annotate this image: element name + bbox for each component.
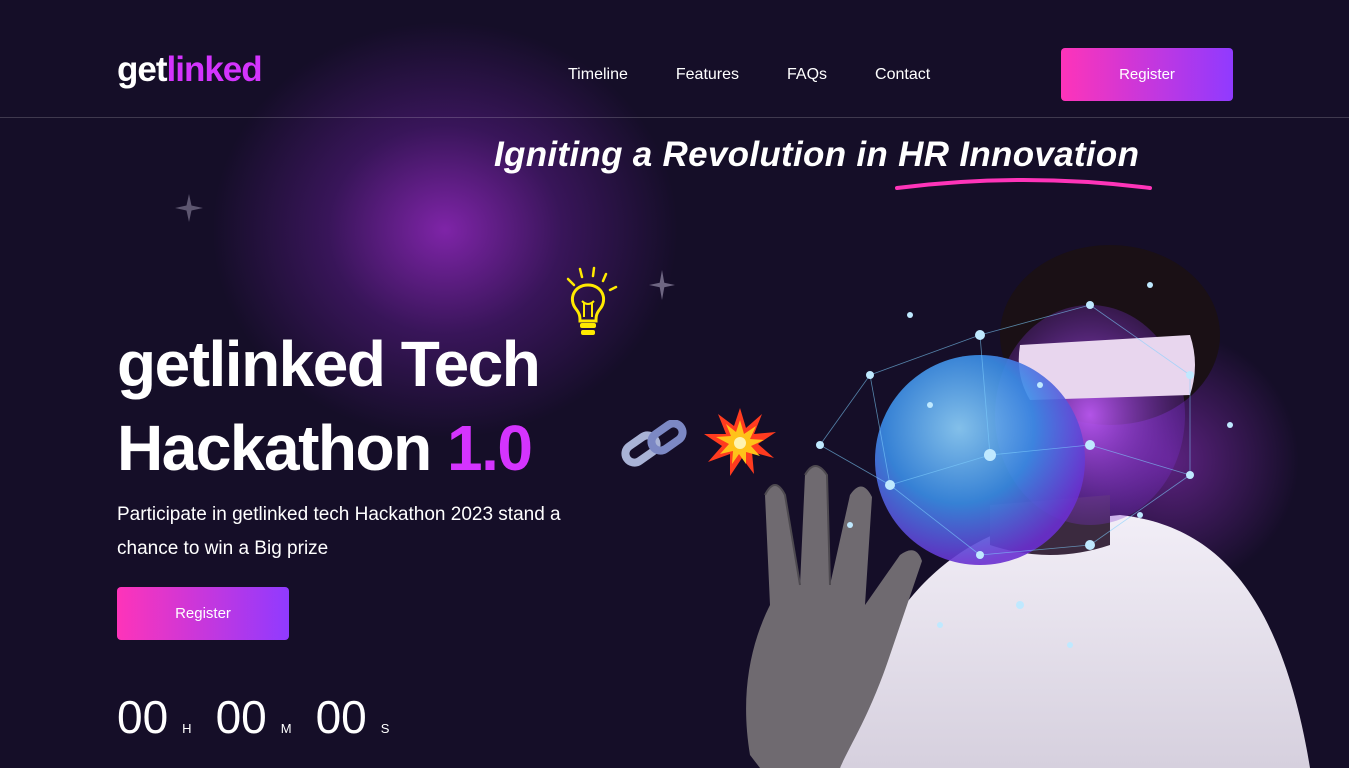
countdown-timer: 00 H 00 M 00 S [117,694,413,740]
sparkle-star-icon [649,270,675,300]
hero-vr-person-image [746,245,1310,768]
header-register-button[interactable]: Register [1061,48,1233,101]
lightbulb-icon [566,266,618,335]
site-header: getlinked Timeline Features FAQs Contact… [0,0,1349,118]
countdown-hours-unit: H [182,721,192,736]
nav-contact[interactable]: Contact [875,66,930,84]
countdown-seconds: 00 [315,691,367,743]
hero-title-hackathon: Hackathon [117,412,432,484]
brand-logo[interactable]: getlinked [117,50,263,89]
brand-logo-part1: get [117,50,167,89]
main-nav: Timeline Features FAQs Contact [568,66,978,84]
tagline-underline [895,178,1152,190]
hero-tagline: Igniting a Revolution in HR Innovation [494,135,1140,174]
sparkle-star-icon [175,194,203,222]
hero-title-line2: Hackathon 1.0 [117,406,539,490]
hero-title-version: 1.0 [446,412,533,484]
hero-title-line1: getlinked Tech [117,328,541,400]
countdown-minutes-unit: M [280,721,292,736]
hero-description: Participate in getlinked tech Hackathon … [117,504,561,559]
chain-link-icon [621,420,687,467]
countdown-minutes: 00 [215,691,267,743]
nav-features[interactable]: Features [676,66,739,84]
countdown-seconds-unit: S [380,721,390,736]
nav-timeline[interactable]: Timeline [568,66,628,84]
nav-faqs[interactable]: FAQs [787,66,827,84]
hero-title: getlinked Tech Hackathon 1.0 [117,322,541,490]
brand-logo-part2: linked [166,50,263,89]
countdown-hours: 00 [117,691,169,743]
hero-register-button[interactable]: Register [117,587,289,640]
